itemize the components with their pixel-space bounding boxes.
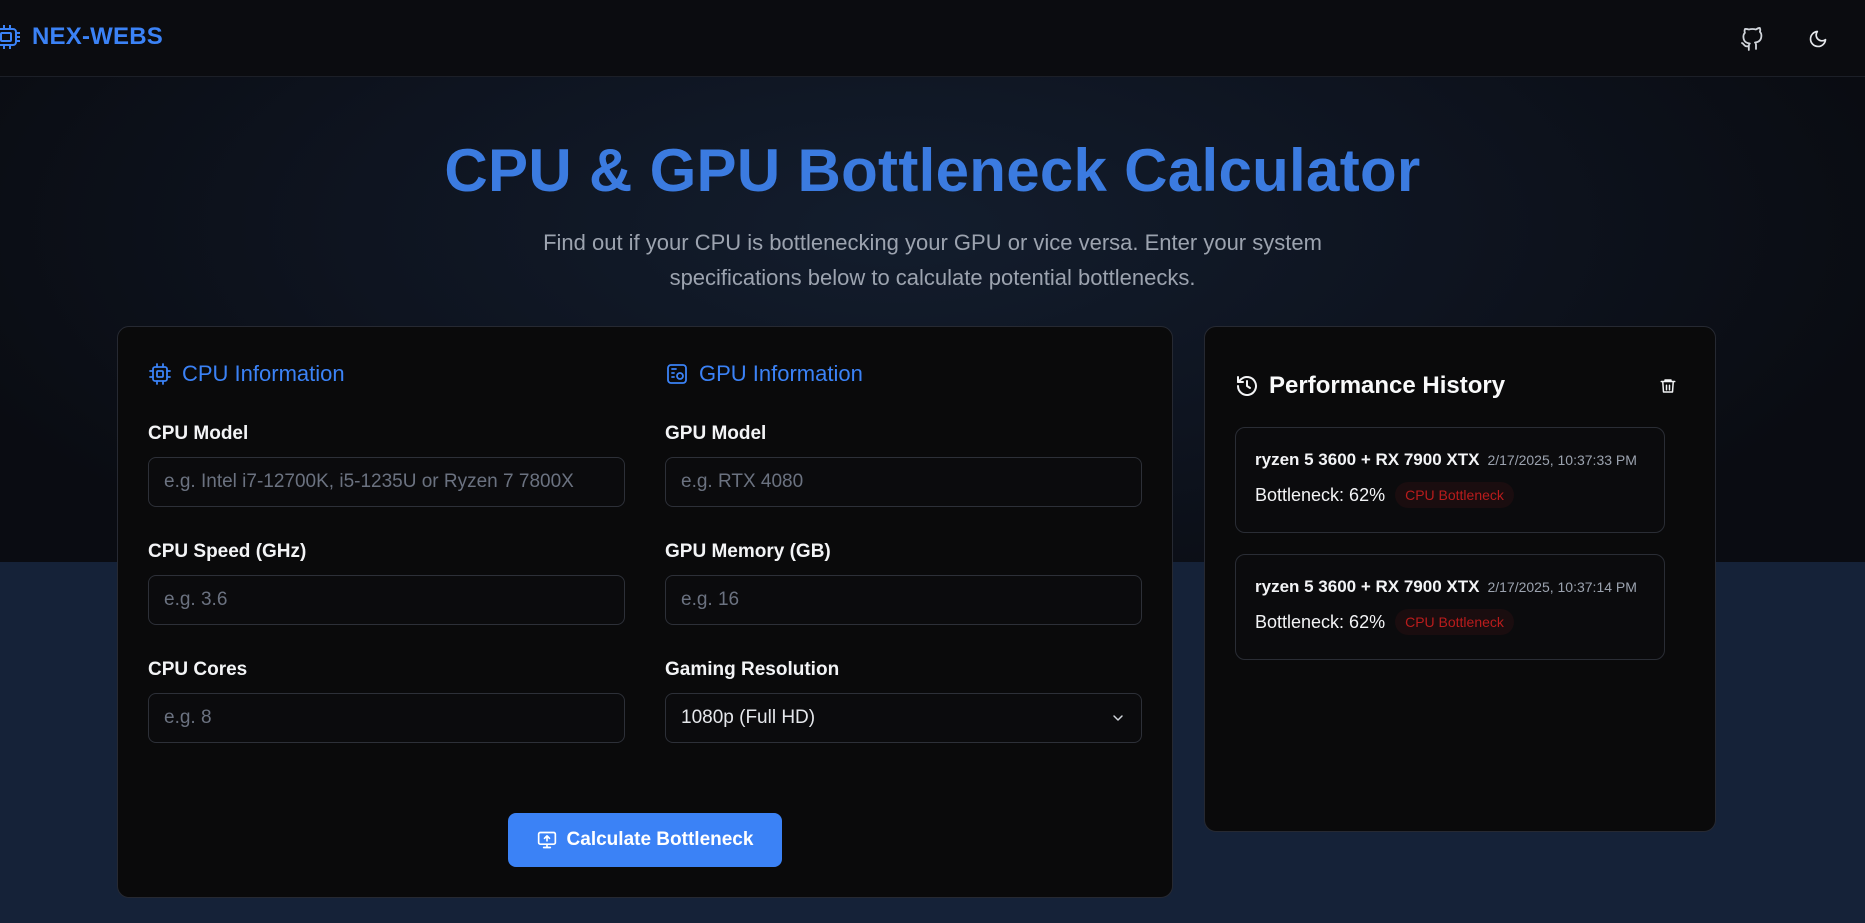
cpu-speed-label: CPU Speed (GHz) (148, 541, 307, 562)
history-icon (1237, 376, 1257, 396)
history-item-combo: ryzen 5 3600 + RX 7900 XTX (1255, 450, 1480, 469)
cpu-model-field: CPU Model (148, 423, 625, 507)
history-item-combo: ryzen 5 3600 + RX 7900 XTX (1255, 577, 1480, 596)
gpu-section: GPU Information GPU Model GPU Memory (GB… (665, 359, 1142, 743)
cpu-section: CPU Information CPU Model CPU Speed (GHz… (148, 359, 625, 743)
chip-icon (0, 22, 24, 52)
brand-logo[interactable]: NEX-WEBS (0, 22, 163, 52)
cpu-model-input[interactable] (148, 457, 625, 507)
cpu-model-label: CPU Model (148, 423, 249, 444)
page-subtitle: Find out if your CPU is bottlenecking yo… (543, 230, 1322, 290)
page-title: CPU & GPU Bottleneck Calculator (444, 137, 1421, 204)
bottleneck-badge: CPU Bottleneck (1395, 609, 1514, 635)
resolution-field: Gaming Resolution 1080p (Full HD) (665, 659, 1142, 743)
clear-history-button[interactable] (1651, 369, 1685, 403)
history-item[interactable]: ryzen 5 3600 + RX 7900 XTX 2/17/2025, 10… (1235, 554, 1665, 660)
monitor-upload-icon (537, 831, 556, 849)
gpu-memory-input[interactable] (665, 575, 1142, 625)
gpu-icon (667, 364, 687, 384)
top-navbar: NEX-WEBS (0, 0, 1865, 77)
history-title: Performance History (1235, 372, 1505, 400)
cpu-speed-field: CPU Speed (GHz) (148, 541, 625, 625)
resolution-select[interactable]: 1080p (Full HD) (665, 693, 1142, 743)
hero-section: CPU & GPU Bottleneck Calculator Find out… (0, 136, 1865, 295)
gpu-model-label: GPU Model (665, 423, 767, 444)
calculator-form-card: CPU Information CPU Model CPU Speed (GHz… (117, 326, 1173, 898)
cpu-icon (149, 363, 171, 385)
history-item[interactable]: ryzen 5 3600 + RX 7900 XTX 2/17/2025, 10… (1235, 427, 1665, 533)
history-item-time: 2/17/2025, 10:37:14 PM (1487, 579, 1637, 595)
bottleneck-badge: CPU Bottleneck (1395, 482, 1514, 508)
gpu-model-field: GPU Model (665, 423, 1142, 507)
history-item-time: 2/17/2025, 10:37:33 PM (1487, 452, 1637, 468)
cpu-cores-label: CPU Cores (148, 659, 248, 680)
calculate-bottleneck-button[interactable]: Calculate Bottleneck (508, 813, 782, 867)
gpu-memory-label: GPU Memory (GB) (665, 541, 831, 562)
brand-name: NEX-WEBS (32, 23, 163, 50)
github-button[interactable] (1735, 22, 1769, 56)
cpu-cores-input[interactable] (148, 693, 625, 743)
cpu-section-title: CPU Information (148, 359, 625, 389)
gpu-section-title: GPU Information (665, 359, 1142, 389)
cpu-cores-field: CPU Cores (148, 659, 625, 743)
resolution-label: Gaming Resolution (665, 659, 840, 680)
resolution-value: 1080p (Full HD) (681, 707, 816, 728)
history-item-bottleneck: Bottleneck: 62% (1255, 611, 1386, 632)
gpu-model-input[interactable] (665, 457, 1142, 507)
cpu-speed-input[interactable] (148, 575, 625, 625)
performance-history-card: Performance History ryzen 5 3600 + RX 79… (1204, 326, 1716, 832)
github-icon (1741, 27, 1763, 51)
gpu-memory-field: GPU Memory (GB) (665, 541, 1142, 625)
moon-icon (1809, 30, 1827, 48)
history-item-bottleneck: Bottleneck: 62% (1255, 484, 1386, 505)
trash-icon (1660, 379, 1676, 393)
theme-toggle-button[interactable] (1801, 22, 1835, 56)
chevron-down-icon (1113, 715, 1123, 721)
